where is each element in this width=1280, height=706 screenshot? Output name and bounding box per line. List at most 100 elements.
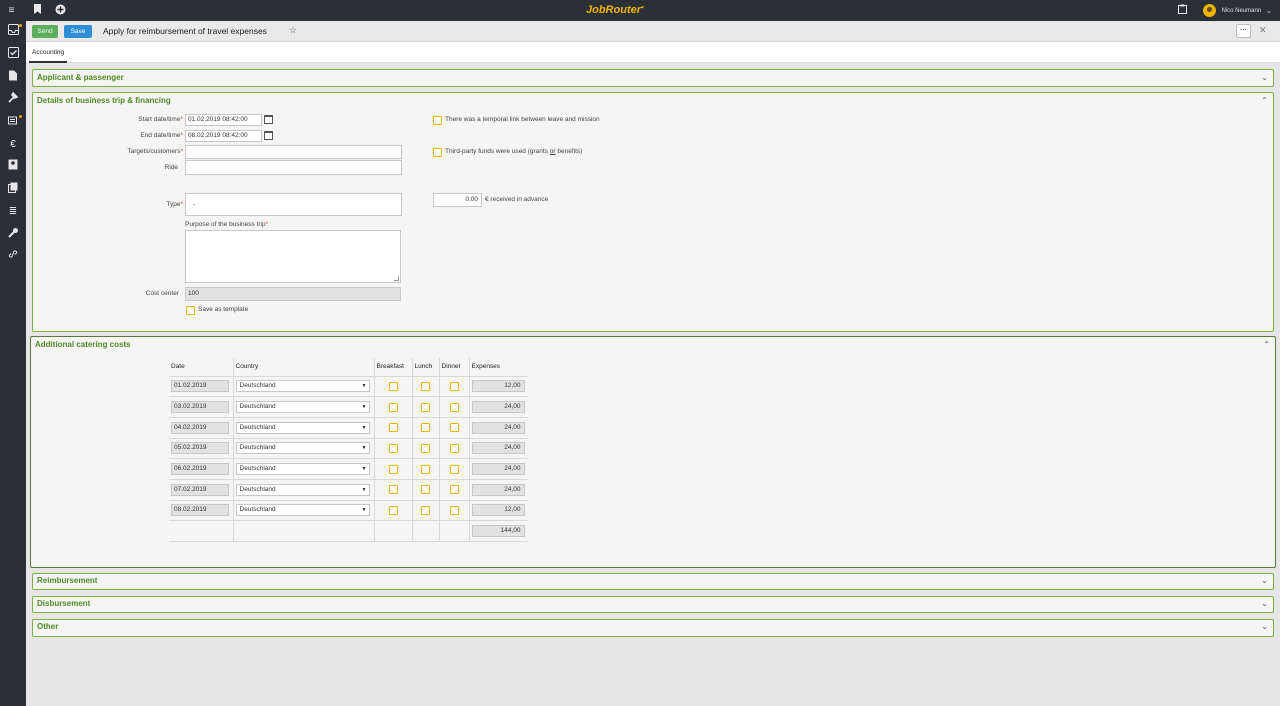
dinner-cell (439, 417, 470, 439)
expenses-input[interactable]: 24,00 (471, 401, 525, 414)
expenses-input[interactable]: 24,00 (471, 421, 525, 434)
document-icon[interactable] (5, 70, 21, 86)
lunch-checkbox[interactable] (421, 443, 430, 453)
chevron-up-icon[interactable]: ⌃ (1261, 96, 1268, 105)
date-input[interactable]: 08.02.2019 (171, 504, 229, 517)
chevron-up-icon[interactable]: ⌃ (1263, 340, 1270, 349)
top-bar: ≡ JobRouter● Nico Neumann ⌄ (0, 0, 1280, 21)
user-menu[interactable]: Nico Neumann ⌄ (1203, 3, 1272, 18)
breakfast-cell (374, 500, 413, 522)
section-other[interactable]: Other ⌄ (32, 619, 1274, 637)
cost-center-input[interactable]: 100 (185, 287, 401, 301)
lunch-checkbox[interactable] (421, 402, 430, 412)
start-date-label: Start date/time* (138, 116, 183, 123)
section-disbursement[interactable]: Disbursement ⌄ (32, 596, 1274, 613)
inbox-icon[interactable] (5, 24, 22, 40)
copy-icon[interactable] (5, 182, 21, 198)
dinner-checkbox[interactable] (449, 423, 459, 433)
calendar-icon[interactable] (264, 131, 273, 140)
resize-handle-icon[interactable] (394, 276, 399, 281)
calendar-icon[interactable] (264, 115, 273, 124)
expenses-cell: 24,00 (469, 438, 528, 460)
total-expenses: 144,00 (471, 525, 525, 538)
lunch-checkbox[interactable] (421, 381, 430, 391)
chevron-down-icon[interactable]: ⌄ (1261, 73, 1268, 82)
chevron-down-icon[interactable]: ⌄ (1261, 599, 1268, 608)
dinner-checkbox[interactable] (449, 402, 459, 412)
dinner-checkbox[interactable] (449, 485, 459, 495)
hammer-icon[interactable] (5, 91, 21, 108)
more-options-button[interactable]: ··· (1236, 24, 1251, 38)
country-select[interactable]: Deutschland (235, 483, 370, 496)
clipboard-icon[interactable] (1176, 4, 1189, 17)
date-input[interactable]: 01.02.2019 (171, 380, 229, 393)
expenses-cell: 24,00 (469, 479, 528, 501)
close-icon[interactable]: ✕ (1259, 25, 1267, 36)
advance-amount-input[interactable]: 0,00 (433, 193, 482, 207)
breakfast-checkbox[interactable] (388, 381, 398, 391)
contact-card-icon[interactable] (5, 159, 21, 175)
breakfast-checkbox[interactable] (388, 423, 398, 433)
country-select[interactable]: Deutschland (235, 504, 370, 517)
country-select[interactable]: Deutschland (235, 401, 370, 414)
save-button[interactable]: Save (64, 25, 92, 38)
dinner-checkbox[interactable] (449, 464, 459, 474)
bookmark-add-icon[interactable] (31, 4, 44, 17)
expenses-cell: 12,00 (469, 376, 528, 398)
breakfast-checkbox[interactable] (388, 485, 398, 495)
wrench-icon[interactable] (5, 227, 21, 243)
process-icon[interactable] (5, 115, 22, 131)
checkbox-icon[interactable] (5, 47, 21, 63)
section-reimbursement[interactable]: Reimbursement ⌄ (32, 573, 1274, 590)
breakfast-checkbox[interactable] (388, 505, 398, 515)
save-template-checkbox[interactable] (186, 306, 195, 315)
section-title[interactable]: Additional catering costs (35, 340, 131, 349)
type-select[interactable]: - (185, 193, 402, 216)
send-button[interactable]: Send (32, 25, 58, 38)
expenses-input[interactable]: 24,00 (471, 483, 525, 496)
chevron-down-icon[interactable]: ⌄ (1261, 576, 1268, 585)
dinner-checkbox[interactable] (449, 381, 459, 391)
tab-accounting[interactable]: Accounting (29, 42, 68, 63)
plus-circle-icon[interactable] (54, 4, 67, 17)
menu-icon[interactable]: ≡ (5, 4, 18, 17)
dinner-checkbox[interactable] (449, 505, 459, 515)
date-input[interactable]: 06.02.2019 (171, 463, 229, 476)
section-applicant[interactable]: Applicant & passenger ⌄ (32, 69, 1274, 87)
date-input[interactable]: 03.02.2019 (171, 401, 229, 414)
targets-input[interactable] (185, 145, 402, 159)
ride-input[interactable] (185, 160, 402, 175)
link-icon[interactable] (5, 249, 21, 265)
lunch-checkbox[interactable] (421, 505, 430, 515)
date-input[interactable]: 07.02.2019 (171, 483, 229, 496)
country-select[interactable]: Deutschland (235, 442, 370, 455)
breakfast-checkbox[interactable] (388, 464, 398, 474)
list-icon[interactable]: ≣ (5, 204, 21, 220)
dinner-checkbox[interactable] (449, 443, 459, 453)
total-cell: 144,00 (469, 520, 528, 542)
temporal-link-checkbox[interactable] (433, 116, 442, 125)
empty-cell (169, 520, 234, 542)
expenses-input[interactable]: 12,00 (471, 504, 525, 517)
euro-icon[interactable]: € (5, 137, 21, 153)
section-title[interactable]: Details of business trip & financing (37, 96, 171, 105)
expenses-input[interactable]: 12,00 (471, 380, 525, 393)
expenses-input[interactable]: 24,00 (471, 442, 525, 455)
date-input[interactable]: 05.02.2019 (171, 442, 229, 455)
country-select[interactable]: Deutschland (235, 421, 370, 434)
start-date-input[interactable]: 01.02.2019 08:42:00 (185, 114, 262, 126)
third-party-checkbox[interactable] (433, 148, 442, 157)
star-icon[interactable]: ☆ (289, 25, 297, 36)
chevron-down-icon[interactable]: ⌄ (1261, 622, 1268, 631)
lunch-checkbox[interactable] (421, 485, 430, 495)
expenses-input[interactable]: 24,00 (471, 463, 525, 476)
country-select[interactable]: Deutschland (235, 463, 370, 476)
lunch-checkbox[interactable] (421, 423, 430, 433)
end-date-input[interactable]: 08.02.2019 08:42:00 (185, 130, 262, 142)
breakfast-checkbox[interactable] (388, 402, 398, 412)
country-select[interactable]: Deutschland (235, 380, 370, 393)
breakfast-checkbox[interactable] (388, 443, 398, 453)
purpose-textarea[interactable] (185, 230, 401, 283)
lunch-checkbox[interactable] (421, 464, 430, 474)
date-input[interactable]: 04.02.2019 (171, 421, 229, 434)
